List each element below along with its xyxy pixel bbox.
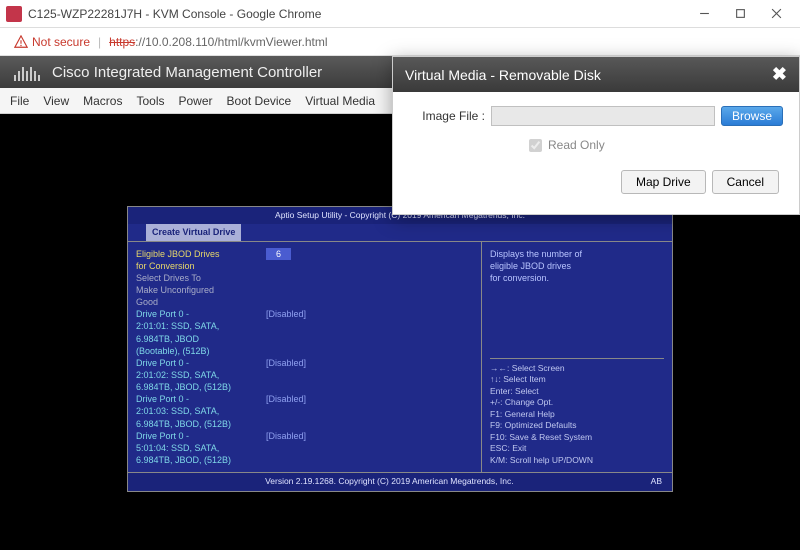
menu-tools[interactable]: Tools (136, 94, 164, 108)
dialog-title: Virtual Media - Removable Disk (405, 67, 601, 83)
cisco-brand: Cisco (52, 64, 90, 81)
read-only-label: Read Only (548, 138, 605, 152)
menu-view[interactable]: View (43, 94, 69, 108)
bios-key-help: →←: Select Screen ↑↓: Select Item Enter:… (490, 358, 664, 466)
close-button[interactable] (758, 3, 794, 25)
url-rest: ://10.0.208.110/html/kvmViewer.html (135, 35, 327, 49)
bios-left-pane: Eligible JBOD Drives6 for Conversion Sel… (128, 242, 482, 473)
menu-file[interactable]: File (10, 94, 29, 108)
url-bar: Not secure | https://10.0.208.110/html/k… (0, 28, 800, 56)
image-file-label: Image File : (409, 109, 485, 123)
cisco-product: Integrated Management Controller (94, 64, 322, 81)
bios-screen[interactable]: Aptio Setup Utility - Copyright (C) 2019… (127, 206, 673, 492)
favicon (6, 6, 22, 22)
warning-icon (14, 35, 28, 49)
bios-right-pane: Displays the number of eligible JBOD dri… (482, 242, 672, 473)
window-titlebar: C125-WZP22281J7H - KVM Console - Google … (0, 0, 800, 28)
url-protocol: https (109, 35, 135, 49)
menu-power[interactable]: Power (179, 94, 213, 108)
bios-tab: Create Virtual Drive (146, 224, 241, 240)
map-drive-button[interactable]: Map Drive (621, 170, 706, 194)
bios-footer: Version 2.19.1268. Copyright (C) 2019 Am… (128, 473, 672, 490)
urlbar-separator: | (98, 35, 101, 49)
cisco-logo-icon (14, 63, 42, 81)
url-text[interactable]: https://10.0.208.110/html/kvmViewer.html (109, 35, 327, 49)
dialog-close-icon[interactable]: ✖ (772, 64, 787, 85)
virtual-media-dialog: Virtual Media - Removable Disk ✖ Image F… (392, 56, 800, 215)
security-warning[interactable]: Not secure (14, 35, 90, 49)
minimize-button[interactable] (686, 3, 722, 25)
dialog-titlebar: Virtual Media - Removable Disk ✖ (393, 57, 799, 92)
maximize-button[interactable] (722, 3, 758, 25)
menu-boot-device[interactable]: Boot Device (227, 94, 292, 108)
menu-macros[interactable]: Macros (83, 94, 122, 108)
security-warning-text: Not secure (32, 35, 90, 49)
read-only-checkbox (529, 139, 542, 152)
window-title: C125-WZP22281J7H - KVM Console - Google … (28, 7, 321, 21)
image-file-input[interactable] (491, 106, 715, 126)
bios-selected-value[interactable]: 6 (266, 248, 291, 260)
menu-virtual-media[interactable]: Virtual Media (305, 94, 375, 108)
browse-button[interactable]: Browse (721, 106, 783, 126)
cancel-button[interactable]: Cancel (712, 170, 779, 194)
